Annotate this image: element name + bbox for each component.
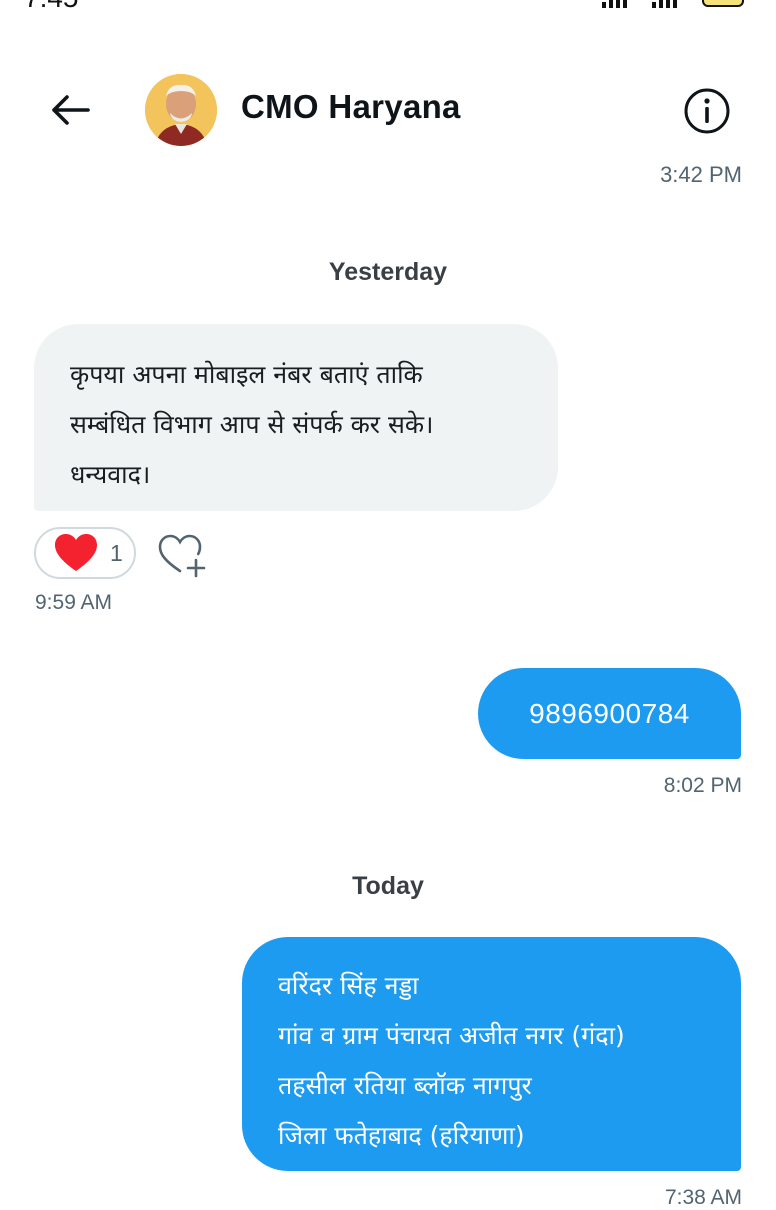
wifi-icon	[556, 0, 580, 12]
avatar[interactable]	[145, 74, 217, 146]
battery-icon	[702, 0, 746, 12]
conversation-info-button[interactable]	[680, 84, 734, 138]
heart-icon	[55, 534, 97, 571]
message-timestamp: 7:38 AM	[664, 1186, 742, 1209]
status-icons	[556, 0, 746, 12]
message-line: गांव व ग्राम पंचायत अजीत नगर (गंदा)	[278, 1021, 625, 1050]
outgoing-message-bubble[interactable]: 9896900784	[478, 668, 741, 759]
message-line: तहसील रतिया ब्लॉक नागपुर	[278, 1071, 532, 1100]
outgoing-message-bubble[interactable]: वरिंदर सिंह नड्डा गांव व ग्राम पंचायत अज…	[242, 937, 741, 1171]
message-line: धन्यवाद।	[70, 460, 151, 489]
signal-2-icon	[652, 0, 680, 12]
message-line: कृपया अपना मोबाइल नंबर बताएं ताकि	[70, 360, 423, 389]
reaction-count: 1	[110, 539, 123, 566]
date-divider: Today	[352, 872, 424, 900]
message-timestamp: 3:42 PM	[660, 162, 742, 187]
incoming-message-bubble[interactable]: कृपया अपना मोबाइल नंबर बताएं ताकि सम्बंध…	[34, 324, 558, 511]
avatar-image	[145, 74, 217, 146]
add-reaction-button[interactable]	[156, 530, 208, 580]
page-title: CMO Haryana	[241, 88, 461, 125]
message-text: 9896900784	[529, 697, 690, 729]
signal-icon	[602, 0, 630, 12]
back-arrow-icon	[52, 95, 90, 125]
date-divider: Yesterday	[328, 258, 448, 286]
info-circle-icon	[684, 88, 730, 134]
message-timestamp: 8:02 PM	[663, 774, 742, 797]
message-timestamp: 9:59 AM	[35, 591, 113, 614]
message-line: सम्बंधित विभाग आप से संपर्क कर सके।	[70, 410, 434, 439]
reaction-pill[interactable]: 1	[34, 527, 136, 579]
message-line: जिला फतेहाबाद (हरियाणा)	[278, 1121, 525, 1150]
heart-plus-icon	[158, 534, 206, 578]
message-line: वरिंदर सिंह नड्डा	[278, 971, 419, 1000]
status-time: 7:45	[24, 0, 79, 14]
back-button[interactable]	[42, 82, 98, 138]
